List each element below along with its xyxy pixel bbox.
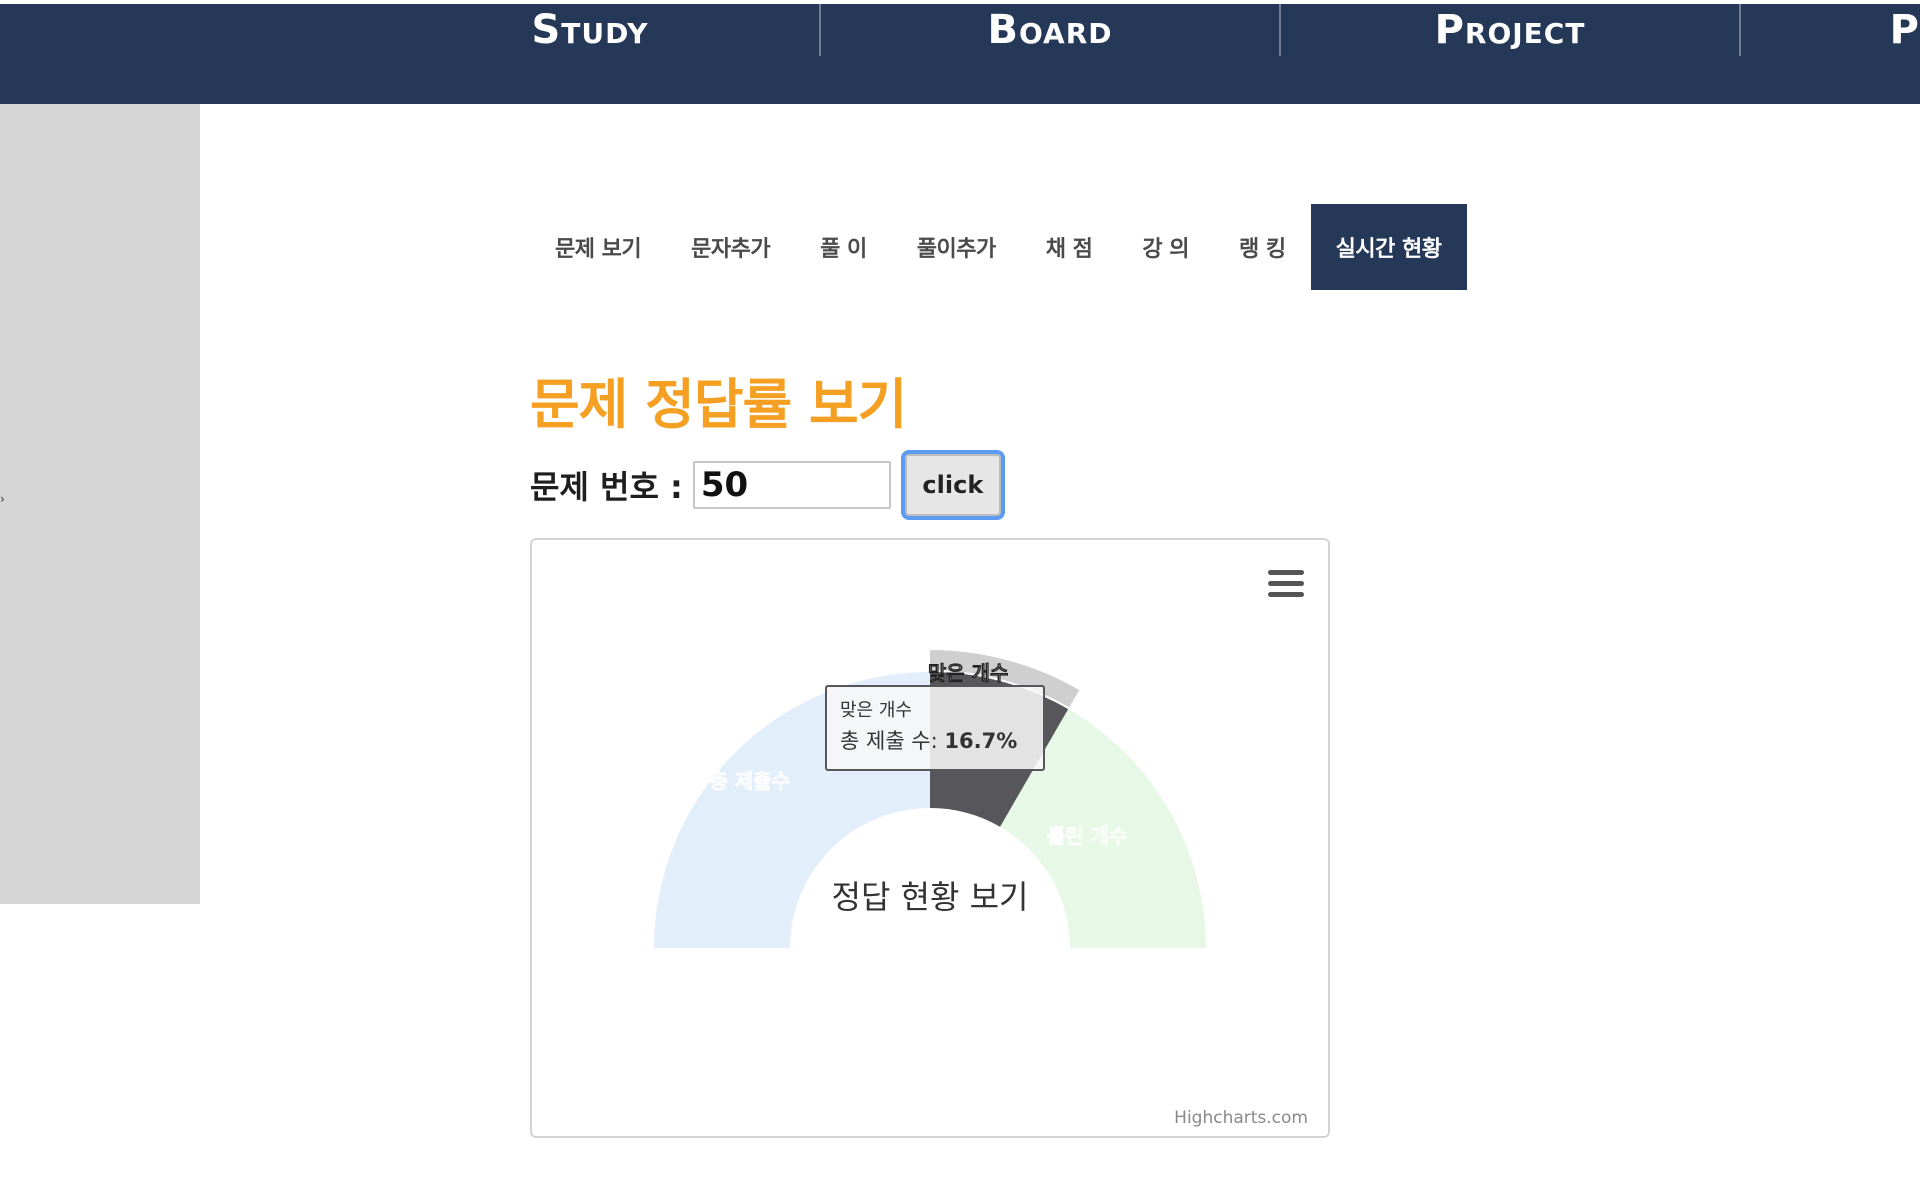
tooltip-value: 총 제출 수: 16.7% [840,729,1017,753]
chart-title: 정답 현황 보기 [832,878,1029,916]
slice-data-label: 맞은 개수 [928,661,1009,685]
chart-container: 총 제출수 맞은 개수틀린 개수정답 현황 보기 맞은 개수총 제출 수: 16.7… [530,538,1330,1138]
nav-item-board[interactable]: Board [820,4,1280,56]
tab-ranking[interactable]: 랭 킹 [1214,204,1311,290]
tab-view-problem[interactable]: 문제 보기 [530,204,666,290]
tab-solution[interactable]: 풀 이 [795,204,892,290]
tab-lecture[interactable]: 강 의 [1117,204,1214,290]
nav-item-partial[interactable]: P [1740,4,1920,56]
nav-item-study[interactable]: Study [360,4,820,56]
sub-tab-bar: 문제 보기 문자추가 풀 이 풀이추가 채 점 강 의 랭 킹 실시간 현황 [530,204,1467,290]
problem-number-input[interactable] [692,461,891,509]
page-title: 문제 정답률 보기 [530,373,907,436]
main-navbar: Study Board Project P [0,4,1920,104]
slice-data-label: 틀린 개수 [1047,824,1128,848]
nav-item-project[interactable]: Project [1280,4,1740,56]
tab-grading[interactable]: 채 점 [1021,204,1118,290]
slice-data-label: 총 제출수 [710,769,791,793]
chart-credits-link[interactable]: Highcharts.com [1174,1108,1308,1128]
tab-add-problem[interactable]: 문자추가 [666,204,795,290]
problem-number-label: 문제 번호 : [530,468,683,506]
problem-number-form: 문제 번호 : click [530,448,1005,522]
left-sidebar: › [0,104,200,904]
tab-realtime-status[interactable]: 실시간 현황 [1310,204,1467,290]
chart-svg: 총 제출수 맞은 개수틀린 개수정답 현황 보기 맞은 개수총 제출 수: 16.7… [654,650,1206,948]
tooltip-header: 맞은 개수 [840,700,912,721]
tab-add-solution[interactable]: 풀이추가 [892,204,1021,290]
chart-tooltip: 맞은 개수총 제출 수: 16.7% [825,685,1045,771]
click-button[interactable]: click [900,450,1005,520]
chevron-right-icon: › [0,492,5,506]
